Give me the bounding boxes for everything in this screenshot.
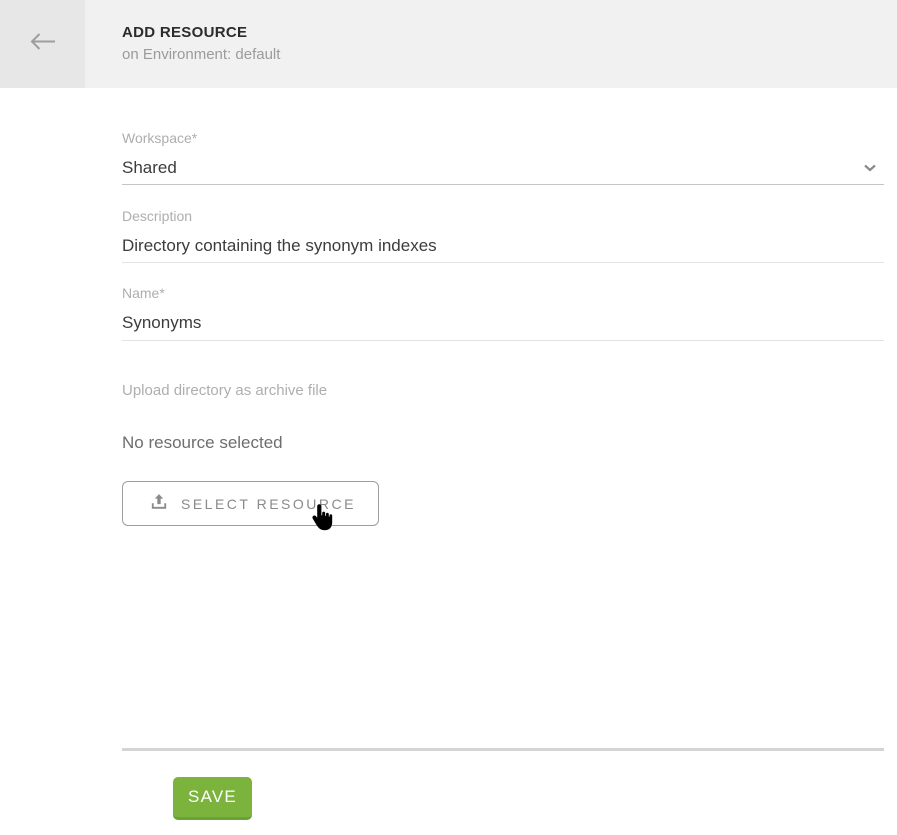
select-resource-button[interactable]: SELECT RESOURCE	[122, 481, 379, 526]
workspace-select[interactable]: Shared	[122, 158, 884, 185]
save-button[interactable]: SAVE	[173, 777, 252, 820]
header: ADD RESOURCE on Environment: default	[0, 0, 897, 88]
description-label: Description	[122, 209, 884, 223]
back-button[interactable]	[0, 0, 85, 88]
workspace-selected-value: Shared	[122, 158, 177, 178]
select-resource-button-label: SELECT RESOURCE	[181, 496, 356, 512]
add-resource-form: Workspace* Shared Description Name* Uplo…	[0, 131, 897, 820]
upload-icon	[149, 492, 169, 515]
upload-section-label: Upload directory as archive file	[122, 383, 884, 399]
name-label: Name*	[122, 286, 884, 300]
description-input[interactable]	[122, 236, 884, 263]
upload-status-text: No resource selected	[122, 433, 884, 453]
section-divider	[122, 748, 884, 751]
header-text: ADD RESOURCE on Environment: default	[85, 0, 280, 88]
name-input[interactable]	[122, 313, 884, 341]
description-field: Description	[122, 209, 884, 263]
workspace-label: Workspace*	[122, 131, 884, 145]
page-title: ADD RESOURCE	[122, 24, 280, 42]
back-arrow-icon	[29, 32, 56, 56]
save-button-label: SAVE	[188, 787, 237, 807]
chevron-down-icon	[864, 159, 876, 177]
name-field: Name*	[122, 286, 884, 341]
page-subtitle: on Environment: default	[122, 46, 280, 64]
workspace-field: Workspace* Shared	[122, 131, 884, 185]
